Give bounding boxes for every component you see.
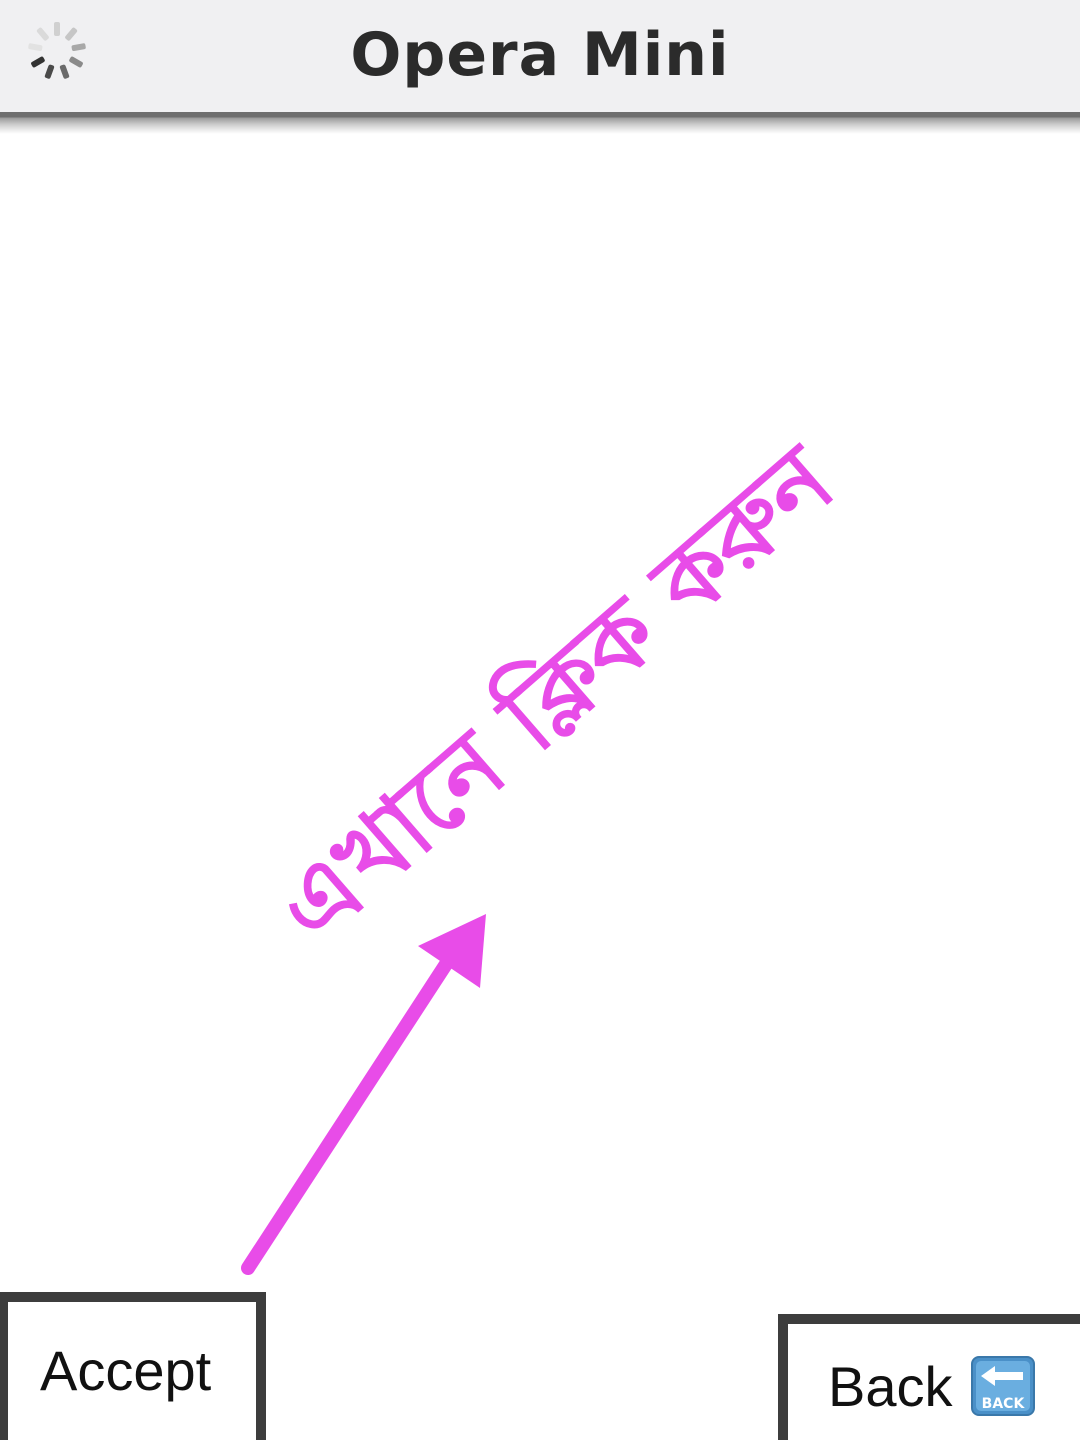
- title-bar: Opera Mini: [0, 0, 1080, 112]
- screen: Opera Mini এখানে ক্লিক করুন Accept Back …: [0, 0, 1080, 1440]
- back-label: Back: [828, 1354, 953, 1418]
- annotation-text: এখানে ক্লিক করুন: [256, 425, 855, 966]
- back-icon-text: BACK: [981, 1396, 1025, 1412]
- accept-label: Accept: [40, 1338, 212, 1402]
- accept-softkey[interactable]: Accept: [0, 1292, 266, 1440]
- title-bar-divider: [0, 112, 1080, 134]
- back-arrow-icon: BACK: [970, 1356, 1035, 1416]
- app-title: Opera Mini: [350, 20, 730, 90]
- back-softkey[interactable]: Back BACK: [778, 1314, 1080, 1440]
